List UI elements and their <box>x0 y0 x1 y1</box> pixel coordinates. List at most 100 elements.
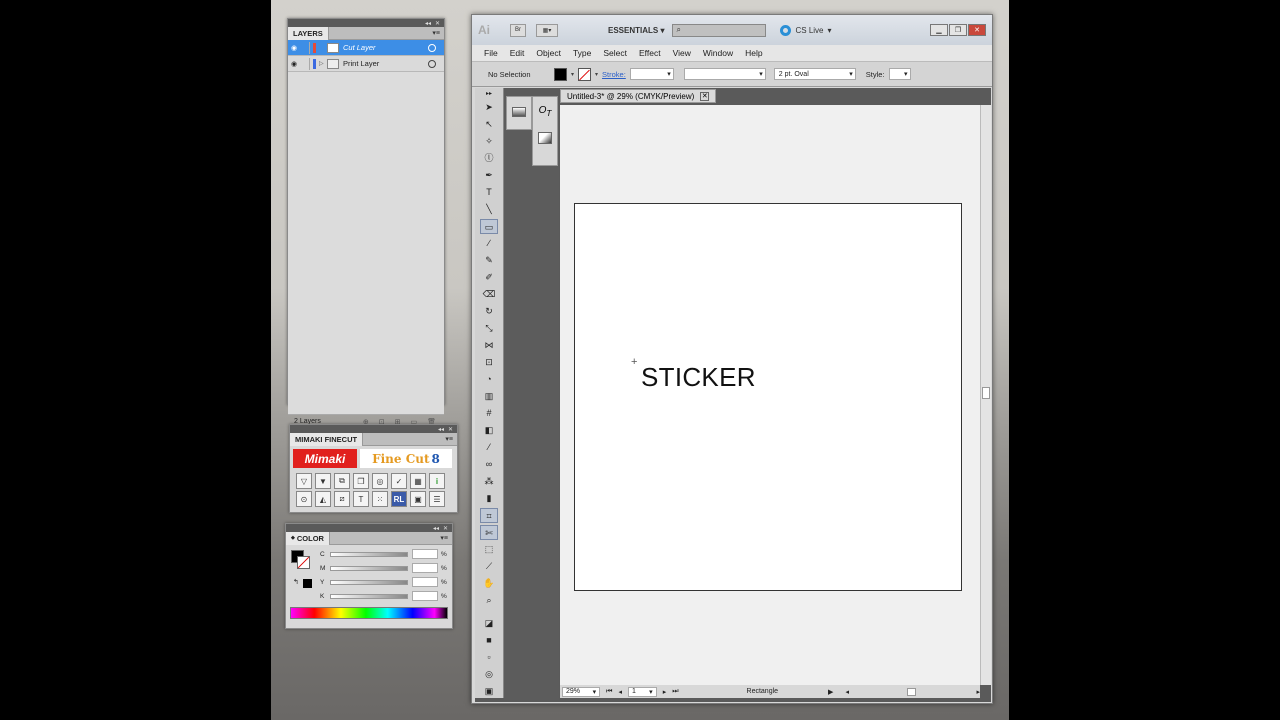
chevron-down-icon[interactable]: ▾ <box>593 688 597 696</box>
rl-icon[interactable]: RL <box>391 491 407 507</box>
panel-menu-icon[interactable]: ▾≡ <box>440 534 452 542</box>
copy-icon[interactable]: ❐ <box>353 473 369 489</box>
selection-tool-icon[interactable]: ➤ <box>480 100 498 115</box>
stroke-swatch[interactable] <box>297 556 310 569</box>
horizontal-scroll-thumb[interactable] <box>906 687 917 696</box>
artboard-tool-icon[interactable]: ⌗ <box>480 508 498 523</box>
chevron-down-icon[interactable]: ▾ <box>667 70 673 78</box>
chevron-down-icon[interactable]: ▾ <box>595 71 598 78</box>
chevron-down-icon[interactable]: ▾ <box>904 70 910 78</box>
pencil-tool-icon[interactable]: ✎ <box>480 253 498 268</box>
text-icon[interactable]: T <box>353 491 369 507</box>
drawing-mode-icon[interactable]: ◎ <box>480 667 498 682</box>
panel-menu-icon[interactable]: ▾≡ <box>432 29 444 37</box>
close-button[interactable]: ✕ <box>968 24 986 36</box>
cut-out-icon[interactable]: ▼ <box>315 473 331 489</box>
cs-live-button[interactable]: CS Live ▾ <box>780 24 832 36</box>
knife-tool-icon[interactable]: ⟋ <box>480 559 498 574</box>
blend-tool-icon[interactable]: ∞ <box>480 457 498 472</box>
layer-row-cut[interactable]: ◉ Cut Layer <box>288 40 444 56</box>
last-artboard-icon[interactable]: ⏭ <box>672 688 678 696</box>
width-tool-icon[interactable]: ⋈ <box>480 338 498 353</box>
direct-selection-tool-icon[interactable]: ↖ <box>480 117 498 132</box>
list-icon[interactable]: ☰ <box>429 491 445 507</box>
zoom-field[interactable]: 29% ▾ <box>562 686 601 697</box>
slider-c[interactable]: C% <box>320 549 447 559</box>
value-field[interactable] <box>412 591 438 601</box>
shape-builder-tool-icon[interactable]: ◔ <box>480 372 498 387</box>
menu-object[interactable]: Object <box>530 48 567 58</box>
swap-icon[interactable]: ↰ <box>293 578 299 586</box>
target-circle-icon[interactable] <box>428 59 436 68</box>
free-transform-tool-icon[interactable]: ⊡ <box>480 355 498 370</box>
collapse-icon[interactable]: ◂◂ <box>433 525 439 532</box>
scale-tool-icon[interactable]: ⤡ <box>480 321 498 336</box>
stroke-link[interactable]: Stroke: <box>602 70 626 79</box>
style-field[interactable]: ▾ <box>888 68 911 80</box>
chevron-down-icon[interactable]: ▾ <box>571 71 574 78</box>
artboard-crop-icon[interactable]: ⬚ <box>480 542 498 557</box>
pen-tool-icon[interactable]: ✒ <box>480 168 498 183</box>
tab-color[interactable]: ◆ COLOR <box>286 531 330 545</box>
scroll-right-icon[interactable]: ▸ <box>976 688 980 696</box>
expand-arrow-icon[interactable]: ▷ <box>319 60 327 67</box>
value-field[interactable] <box>412 577 438 587</box>
layer-setting-icon[interactable]: ⧉ <box>334 473 350 489</box>
document-tab[interactable]: Untitled-3* @ 29% (CMYK/Preview) ✕ <box>560 89 717 103</box>
canvas[interactable]: + STICKER <box>560 105 980 685</box>
next-artboard-icon[interactable]: ▸ <box>663 688 667 696</box>
info-icon[interactable]: i <box>429 473 445 489</box>
menu-window[interactable]: Window <box>697 48 739 58</box>
contour-icon[interactable]: ⧄ <box>334 491 350 507</box>
column-graph-tool-icon[interactable]: ▮ <box>480 491 498 506</box>
line-tool-icon[interactable]: ╲ <box>480 202 498 217</box>
tab-mimaki-finecut[interactable]: MIMAKI FINECUT <box>290 432 364 446</box>
maximize-button[interactable]: ❐ <box>949 24 967 36</box>
stroke-color-swatch[interactable] <box>578 67 592 81</box>
variable-width-field[interactable]: ▾ <box>683 68 766 80</box>
type-panel-icon[interactable]: OT <box>532 96 558 166</box>
tab-layers[interactable]: LAYERS <box>288 26 329 40</box>
scroll-thumb[interactable] <box>982 387 990 399</box>
screen-mode-icon[interactable]: ▣ <box>480 684 498 699</box>
default-fill-stroke-icon[interactable]: ◪ <box>480 616 498 631</box>
artboard[interactable]: + STICKER <box>574 203 962 591</box>
status-menu-icon[interactable]: ▶ <box>828 688 833 696</box>
chevron-down-icon[interactable]: ▾ <box>649 688 653 696</box>
chevron-down-icon[interactable]: ▾ <box>849 70 855 78</box>
arrange-documents-icon[interactable]: ▦▾ <box>536 23 558 37</box>
bridge-button[interactable]: Br <box>510 23 526 37</box>
lock-toggle[interactable] <box>300 57 310 70</box>
zoom-tool-icon[interactable]: ⌕ <box>480 593 498 608</box>
collapse-icon[interactable]: ◂◂ <box>425 20 431 27</box>
paintbrush-tool-icon[interactable]: ∕ <box>480 236 498 251</box>
slider-m[interactable]: M% <box>320 563 447 573</box>
menu-view[interactable]: View <box>667 48 697 58</box>
color-spectrum-bar[interactable] <box>290 607 448 619</box>
search-input[interactable]: ⌕ <box>672 23 767 37</box>
outline-icon[interactable]: ◭ <box>315 491 331 507</box>
plot-out-icon[interactable]: ▽ <box>296 473 312 489</box>
slice-tool-icon[interactable]: ✄ <box>480 525 498 540</box>
menu-type[interactable]: Type <box>567 48 597 58</box>
perspective-grid-tool-icon[interactable]: ▥ <box>480 389 498 404</box>
close-icon[interactable]: ✕ <box>443 525 448 532</box>
menu-file[interactable]: File <box>478 48 504 58</box>
rectangle-tool-icon[interactable]: ▭ <box>480 219 498 234</box>
chevron-down-icon[interactable]: ▾ <box>759 70 765 78</box>
visibility-eye-icon[interactable]: ◉ <box>288 44 300 52</box>
eyedropper-tool-icon[interactable]: ⁄ <box>480 440 498 455</box>
fill-color-swatch[interactable] <box>554 67 567 81</box>
collapse-icon[interactable]: ◂◂ <box>438 426 444 433</box>
gradient-panel-icon[interactable] <box>506 96 532 130</box>
gradient-tool-icon[interactable]: ◧ <box>480 423 498 438</box>
toolbox-grip-icon[interactable]: ▸▸ <box>480 90 498 98</box>
close-icon[interactable]: ✕ <box>448 426 453 433</box>
type-tool-icon[interactable]: T <box>480 185 498 200</box>
frame-icon[interactable]: ▦ <box>410 473 426 489</box>
menu-help[interactable]: Help <box>739 48 768 58</box>
close-tab-icon[interactable]: ✕ <box>700 91 710 101</box>
workspace-switcher[interactable]: ESSENTIALS ▾ <box>608 26 664 35</box>
lasso-tool-icon[interactable]: ⓛ <box>480 151 498 166</box>
vertical-scrollbar[interactable] <box>980 105 991 685</box>
